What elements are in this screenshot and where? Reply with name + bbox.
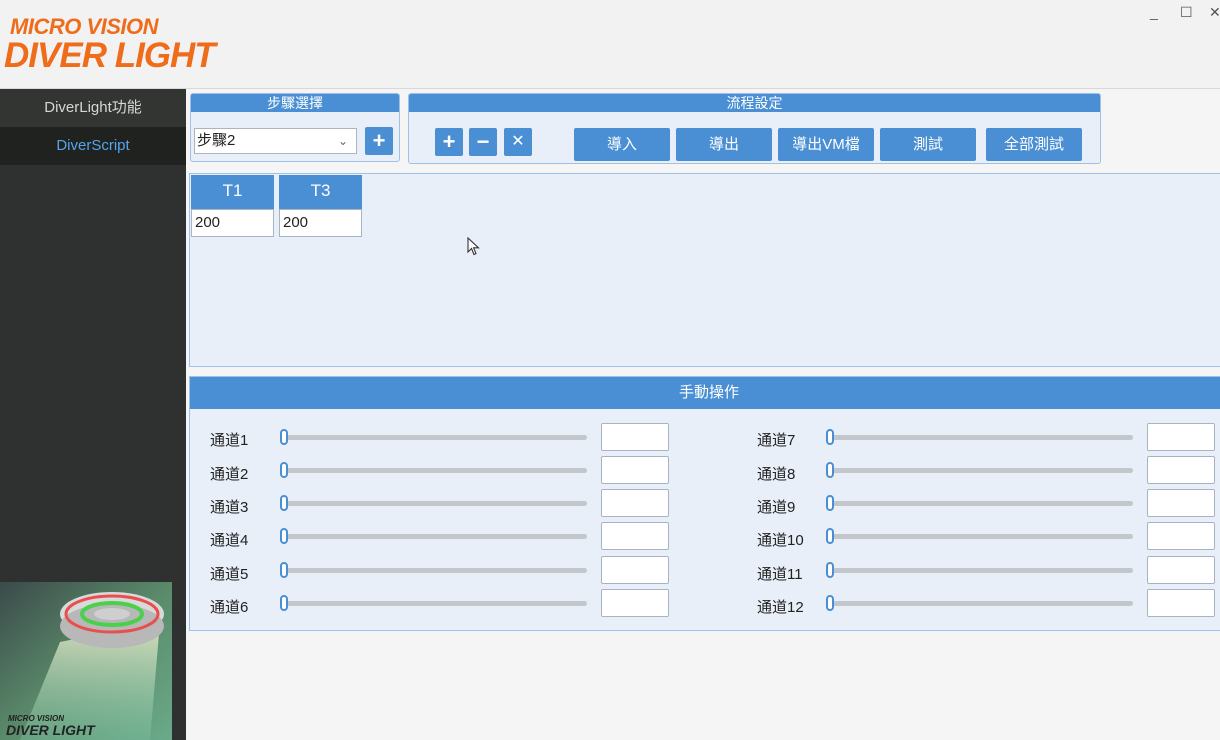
manual-panel-title: 手動操作 xyxy=(190,377,1220,409)
channel-3-value-input[interactable] xyxy=(601,489,669,517)
add-item-button[interactable]: + xyxy=(435,128,463,156)
channel-11-slider-handle[interactable] xyxy=(826,562,834,578)
channel-3-slider[interactable] xyxy=(282,501,587,506)
channel-label: 通道12 xyxy=(757,599,804,616)
small-brand-main: DIVER LIGHT xyxy=(6,722,95,738)
close-icon: ✕ xyxy=(511,133,525,150)
brand-logo-main: DIVER LIGHT xyxy=(4,36,216,75)
minimize-button[interactable]: _ xyxy=(1150,4,1158,20)
main-area: 步驟選擇 步驟2 ⌄ + 流程設定 + − ✕ 導入 導出 導出VM檔 測試 全… xyxy=(186,89,1220,740)
channel-1-slider[interactable] xyxy=(282,435,587,440)
channel-6-slider[interactable] xyxy=(282,601,587,606)
channel-label: 通道6 xyxy=(210,599,249,616)
sequence-column: T1 200 xyxy=(191,175,274,237)
channel-label: 通道4 xyxy=(210,532,249,549)
import-button[interactable]: 導入 xyxy=(574,128,670,161)
channel-7-slider-handle[interactable] xyxy=(826,429,834,445)
channel-10-slider-handle[interactable] xyxy=(826,528,834,544)
channel-11-slider[interactable] xyxy=(828,568,1133,573)
step-panel-title: 步驟選擇 xyxy=(191,94,399,112)
sidebar: DiverLight功能 DiverScript MICRO VISION DI… xyxy=(0,89,186,740)
channel-label: 通道5 xyxy=(210,566,249,583)
step-select[interactable]: 步驟2 ⌄ xyxy=(194,128,357,154)
plus-icon: + xyxy=(442,129,456,154)
channel-9-value-input[interactable] xyxy=(1147,489,1215,517)
maximize-button[interactable]: ☐ xyxy=(1180,4,1193,21)
minus-icon: − xyxy=(476,129,490,154)
channel-10-value-input[interactable] xyxy=(1147,522,1215,550)
channel-2-slider[interactable] xyxy=(282,468,587,473)
channel-label: 通道9 xyxy=(757,499,796,516)
channel-5-value-input[interactable] xyxy=(601,556,669,584)
step-panel: 步驟選擇 步驟2 ⌄ + xyxy=(190,93,400,162)
column-value-t1[interactable]: 200 xyxy=(191,209,274,237)
channel-label: 通道11 xyxy=(757,566,803,583)
channel-7-value-input[interactable] xyxy=(1147,423,1215,451)
channel-4-slider-handle[interactable] xyxy=(280,528,288,544)
channel-4-slider[interactable] xyxy=(282,534,587,539)
channel-label: 通道2 xyxy=(210,466,249,483)
step-select-value: 步驟2 xyxy=(197,132,236,149)
sidebar-item-diverlight[interactable]: DiverLight功能 xyxy=(0,89,186,127)
product-image: MICRO VISION DIVER LIGHT xyxy=(0,582,172,740)
export-vm-button[interactable]: 導出VM檔 xyxy=(778,128,874,161)
manual-panel: 手動操作 通道1 通道2 通道3 通道4 通道5 通道6 通道7 通道8 通道9… xyxy=(189,376,1220,631)
channel-5-slider-handle[interactable] xyxy=(280,562,288,578)
close-window-button[interactable]: ✕ xyxy=(1209,4,1220,21)
channel-1-value-input[interactable] xyxy=(601,423,669,451)
channel-label: 通道3 xyxy=(210,499,249,516)
test-button[interactable]: 測試 xyxy=(880,128,976,161)
channel-label: 通道8 xyxy=(757,466,796,483)
sidebar-item-diverscript[interactable]: DiverScript xyxy=(0,127,186,165)
channel-label: 通道10 xyxy=(757,532,804,549)
channel-8-slider[interactable] xyxy=(828,468,1133,473)
flow-panel: 流程設定 + − ✕ 導入 導出 導出VM檔 測試 全部測試 xyxy=(408,93,1101,164)
channel-9-slider-handle[interactable] xyxy=(826,495,834,511)
delete-item-button[interactable]: ✕ xyxy=(504,128,532,156)
sequence-column: T3 200 xyxy=(279,175,362,237)
channel-4-value-input[interactable] xyxy=(601,522,669,550)
column-value-t3[interactable]: 200 xyxy=(279,209,362,237)
channel-6-slider-handle[interactable] xyxy=(280,595,288,611)
column-header-t3: T3 xyxy=(279,175,362,209)
remove-item-button[interactable]: − xyxy=(469,128,497,156)
channel-3-slider-handle[interactable] xyxy=(280,495,288,511)
flow-panel-title: 流程設定 xyxy=(409,94,1100,112)
sequence-area: T1 200 T3 200 xyxy=(189,173,1220,367)
channel-label: 通道1 xyxy=(210,432,249,449)
mouse-pointer-icon xyxy=(467,237,480,256)
channel-12-slider-handle[interactable] xyxy=(826,595,834,611)
channel-1-slider-handle[interactable] xyxy=(280,429,288,445)
export-button[interactable]: 導出 xyxy=(676,128,772,161)
channel-6-value-input[interactable] xyxy=(601,589,669,617)
test-all-button[interactable]: 全部測試 xyxy=(986,128,1082,161)
channel-2-slider-handle[interactable] xyxy=(280,462,288,478)
channel-10-slider[interactable] xyxy=(828,534,1133,539)
add-step-button[interactable]: + xyxy=(365,127,393,155)
channel-9-slider[interactable] xyxy=(828,501,1133,506)
channel-12-value-input[interactable] xyxy=(1147,589,1215,617)
column-header-t1: T1 xyxy=(191,175,274,209)
channel-label: 通道7 xyxy=(757,432,796,449)
channel-2-value-input[interactable] xyxy=(601,456,669,484)
app-header: MICRO VISION DIVER LIGHT _ ☐ ✕ xyxy=(0,0,1220,89)
plus-icon: + xyxy=(372,128,386,153)
chevron-down-icon: ⌄ xyxy=(337,134,348,148)
channel-12-slider[interactable] xyxy=(828,601,1133,606)
channel-5-slider[interactable] xyxy=(282,568,587,573)
channel-7-slider[interactable] xyxy=(828,435,1133,440)
channel-8-slider-handle[interactable] xyxy=(826,462,834,478)
channel-8-value-input[interactable] xyxy=(1147,456,1215,484)
channel-11-value-input[interactable] xyxy=(1147,556,1215,584)
